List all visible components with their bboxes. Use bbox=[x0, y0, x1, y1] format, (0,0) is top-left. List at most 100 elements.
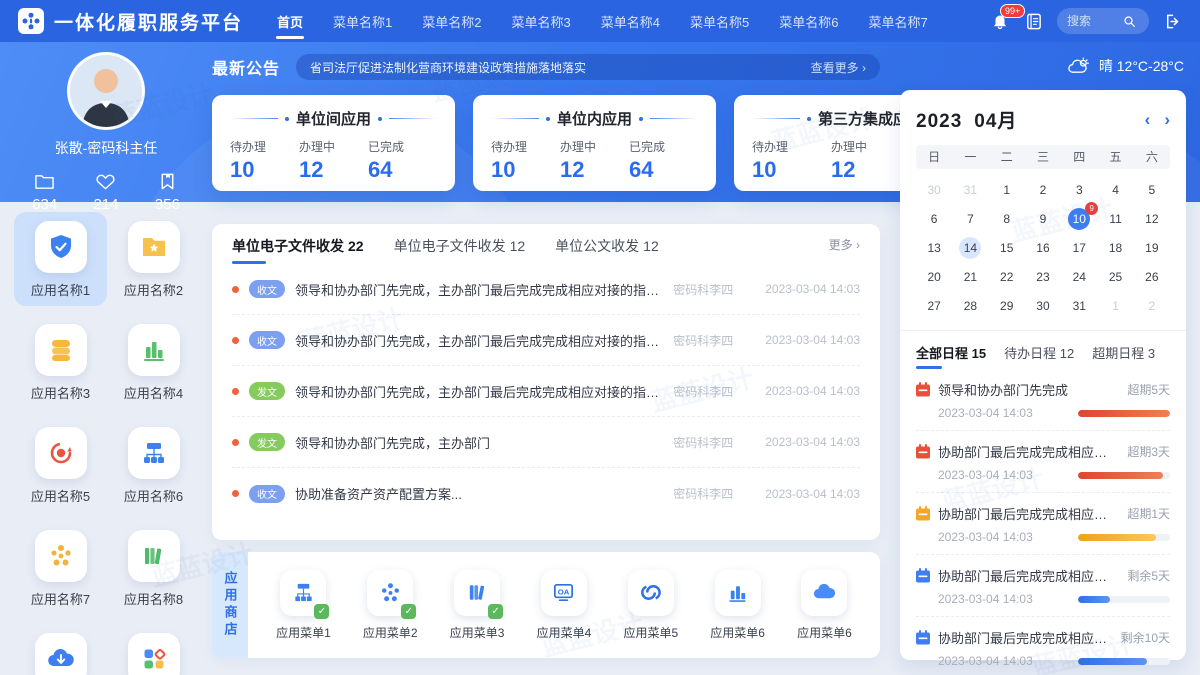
doc-row[interactable]: 发文 领导和协办部门先完成，主办部门最后完成完成相应对接的指示任务办件，请示文 … bbox=[232, 366, 860, 417]
sidebar-app-9[interactable]: 应用名称9 bbox=[14, 624, 107, 675]
app-store-apps: ✓ 应用菜单1 ✓ 应用菜单2 ✓ 应用菜单3 OA 应用菜单4 应用菜单5 应 bbox=[248, 552, 880, 658]
calendar-day[interactable]: 5 bbox=[1134, 175, 1170, 204]
calendar-day[interactable]: 20 bbox=[916, 262, 952, 291]
search-box[interactable] bbox=[1057, 8, 1149, 34]
notification-bell-icon[interactable]: 99+ bbox=[990, 11, 1010, 31]
store-app-5[interactable]: 应用菜单5 bbox=[623, 570, 678, 641]
schedule-status: 剩余5天 bbox=[1127, 567, 1170, 584]
calendar-day[interactable]: 25 bbox=[1097, 262, 1133, 291]
calendar-day[interactable]: 16 bbox=[1025, 233, 1061, 262]
calendar-day[interactable]: 18 bbox=[1097, 233, 1133, 262]
calendar-prev-icon[interactable]: ‹ bbox=[1145, 111, 1151, 128]
weekday: 二 bbox=[989, 145, 1025, 169]
tab-all-schedule[interactable]: 全部日程 15 bbox=[916, 343, 986, 369]
calendar-day[interactable]: 27 bbox=[916, 291, 952, 320]
schedule-item[interactable]: 领导和协办部门先完成 超期5天 2023-03-04 14:03 bbox=[916, 369, 1170, 431]
stat-bookmarks[interactable]: 356 bbox=[137, 172, 198, 213]
tab-unit-official-doc[interactable]: 单位公文收发12 bbox=[555, 236, 659, 256]
more-link[interactable]: 更多 › bbox=[829, 236, 860, 253]
logout-icon[interactable] bbox=[1163, 12, 1182, 31]
calendar-day[interactable]: 15 bbox=[989, 233, 1025, 262]
sidebar-app-4[interactable]: 应用名称4 bbox=[107, 315, 200, 409]
store-app-2[interactable]: ✓ 应用菜单2 bbox=[363, 570, 418, 641]
calendar-day[interactable]: 31 bbox=[952, 175, 988, 204]
calendar-day[interactable]: 28 bbox=[952, 291, 988, 320]
tab-unit-efile-1[interactable]: 单位电子文件收发22 bbox=[232, 236, 364, 264]
sidebar-app-6[interactable]: 应用名称6 bbox=[107, 418, 200, 512]
avatar[interactable] bbox=[67, 52, 145, 130]
calendar-day[interactable]: 13 bbox=[916, 233, 952, 262]
calendar-schedule-panel: 202304月 ‹ › 日一二三四五六 30 31 1 2 3 4 5 6 7 … bbox=[900, 90, 1186, 660]
calendar-day[interactable]: 30 bbox=[1025, 291, 1061, 320]
calendar-next-icon[interactable]: › bbox=[1164, 111, 1170, 128]
calendar-day[interactable]: 6 bbox=[916, 204, 952, 233]
tab-unit-efile-2[interactable]: 单位电子文件收发12 bbox=[394, 236, 526, 256]
schedule-item[interactable]: 协助部门最后完成完成相应对接... 剩余5天 2023-03-04 14:03 bbox=[916, 555, 1170, 617]
nav-item-menu4[interactable]: 菜单名称4 bbox=[601, 0, 660, 42]
sidebar-app-5[interactable]: 应用名称5 bbox=[14, 418, 107, 512]
announcement-ticker[interactable]: 省司法厅促进法制化营商环境建设政策措施落地落实 查看更多 › bbox=[296, 54, 880, 80]
nav-item-menu6[interactable]: 菜单名称6 bbox=[779, 0, 838, 42]
calendar-day[interactable]: 1 bbox=[989, 175, 1025, 204]
store-app-6[interactable]: 应用菜单6 bbox=[710, 570, 765, 641]
calendar-day[interactable]: 9 bbox=[1025, 204, 1061, 233]
calendar-day[interactable]: 4 bbox=[1097, 175, 1133, 204]
store-app-7[interactable]: 应用菜单6 bbox=[797, 570, 852, 641]
calendar-day-today[interactable]: 14 bbox=[952, 233, 988, 262]
calendar-day[interactable]: 29 bbox=[989, 291, 1025, 320]
calendar-day[interactable]: 17 bbox=[1061, 233, 1097, 262]
tab-overdue-schedule[interactable]: 超期日程 3 bbox=[1092, 343, 1155, 369]
nav-item-home[interactable]: 首页 bbox=[277, 0, 303, 42]
calendar-day[interactable]: 19 bbox=[1134, 233, 1170, 262]
calendar-day[interactable]: 12 bbox=[1134, 204, 1170, 233]
calendar-day[interactable]: 22 bbox=[989, 262, 1025, 291]
view-more-link[interactable]: 查看更多 › bbox=[811, 59, 866, 76]
search-input[interactable] bbox=[1067, 14, 1123, 28]
sidebar-app-2[interactable]: 应用名称2 bbox=[107, 212, 200, 306]
calendar-day[interactable]: 3 bbox=[1061, 175, 1097, 204]
store-app-1[interactable]: ✓ 应用菜单1 bbox=[276, 570, 331, 641]
decor-line bbox=[752, 118, 800, 119]
sidebar-app-7[interactable]: 应用名称7 bbox=[14, 521, 107, 615]
schedule-item[interactable]: 协助部门最后完成完成相应对接... 超期3天 2023-03-04 14:03 bbox=[916, 431, 1170, 493]
calendar-day[interactable]: 7 bbox=[952, 204, 988, 233]
calendar-day[interactable]: 2 bbox=[1134, 291, 1170, 320]
nav-item-menu7[interactable]: 菜单名称7 bbox=[868, 0, 927, 42]
doc-row[interactable]: 收文 协助准备资产资产配置方案... 密码科李四 2023-03-04 14:0… bbox=[232, 468, 860, 519]
contacts-book-icon[interactable] bbox=[1024, 12, 1043, 31]
stat-card-inter-unit[interactable]: 单位间应用 待办理10 办理中12 已完成64 bbox=[212, 95, 455, 191]
tab-todo-schedule[interactable]: 待办日程 12 bbox=[1004, 343, 1074, 369]
unread-dot bbox=[232, 439, 239, 446]
calendar-day[interactable]: 2 bbox=[1025, 175, 1061, 204]
schedule-title: 领导和协办部门先完成 bbox=[938, 380, 1119, 399]
store-app-4[interactable]: OA 应用菜单4 bbox=[537, 570, 592, 641]
sidebar-app-8[interactable]: 应用名称8 bbox=[107, 521, 200, 615]
schedule-item[interactable]: 协助部门最后完成完成相应对接... 剩余10天 2023-03-04 14:03 bbox=[916, 617, 1170, 675]
search-icon[interactable] bbox=[1123, 15, 1136, 28]
sidebar-app-1[interactable]: 应用名称1 bbox=[14, 212, 107, 306]
sidebar-app-3[interactable]: 应用名称3 bbox=[14, 315, 107, 409]
stat-card-intra-unit[interactable]: 单位内应用 待办理10 办理中12 已完成64 bbox=[473, 95, 716, 191]
nav-item-menu2[interactable]: 菜单名称2 bbox=[422, 0, 481, 42]
nav-item-menu1[interactable]: 菜单名称1 bbox=[333, 0, 392, 42]
calendar-day-selected[interactable]: 109 bbox=[1061, 204, 1097, 233]
calendar-day[interactable]: 31 bbox=[1061, 291, 1097, 320]
doc-row[interactable]: 收文 领导和协办部门先完成，主办部门最后完成完成相应对接的指示任务办件... 密… bbox=[232, 264, 860, 315]
doc-row[interactable]: 收文 领导和协办部门先完成，主办部门最后完成完成相应对接的指示任务办件，请示文 … bbox=[232, 315, 860, 366]
nav-item-menu3[interactable]: 菜单名称3 bbox=[512, 0, 571, 42]
calendar-day[interactable]: 23 bbox=[1025, 262, 1061, 291]
calendar-day[interactable]: 24 bbox=[1061, 262, 1097, 291]
calendar-day[interactable]: 30 bbox=[916, 175, 952, 204]
calendar-day[interactable]: 1 bbox=[1097, 291, 1133, 320]
calendar-day[interactable]: 21 bbox=[952, 262, 988, 291]
sidebar-app-10[interactable]: 应用名称10 bbox=[107, 624, 200, 675]
schedule-item[interactable]: 协助部门最后完成完成相应对接... 超期1天 2023-03-04 14:03 bbox=[916, 493, 1170, 555]
stat-files[interactable]: 634 bbox=[14, 172, 75, 213]
stat-favorites[interactable]: 214 bbox=[75, 172, 136, 213]
doc-row[interactable]: 发文 领导和协办部门先完成，主办部门 密码科李四 2023-03-04 14:0… bbox=[232, 417, 860, 468]
calendar-day[interactable]: 8 bbox=[989, 204, 1025, 233]
calendar-day[interactable]: 11 bbox=[1097, 204, 1133, 233]
nav-item-menu5[interactable]: 菜单名称5 bbox=[690, 0, 749, 42]
calendar-day[interactable]: 26 bbox=[1134, 262, 1170, 291]
store-app-3[interactable]: ✓ 应用菜单3 bbox=[450, 570, 505, 641]
